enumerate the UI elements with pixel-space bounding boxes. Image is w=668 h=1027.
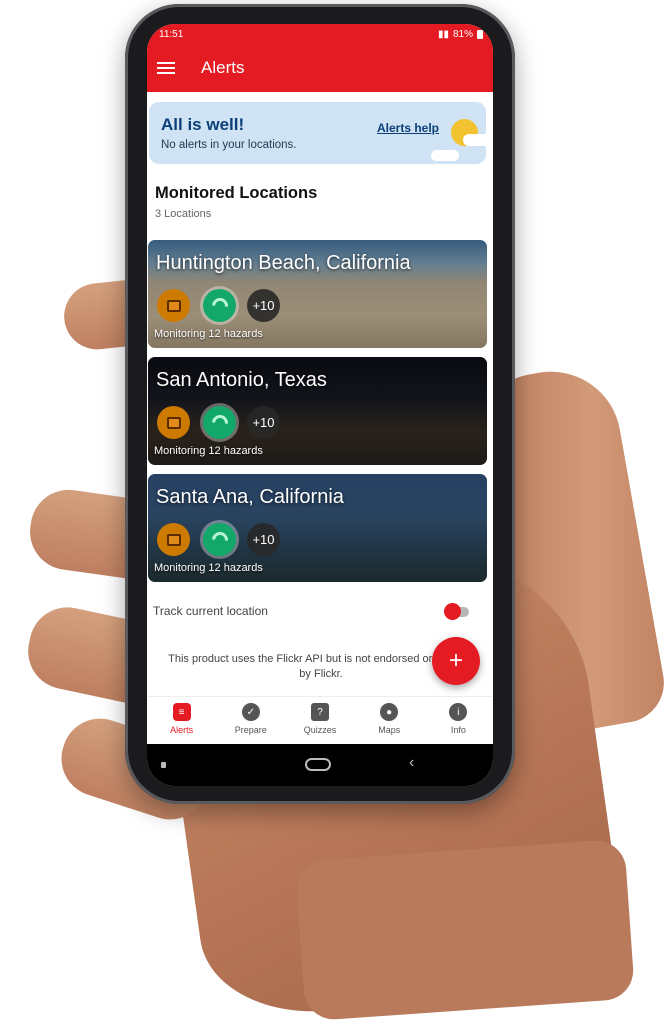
question-icon: ? bbox=[311, 703, 329, 721]
add-location-button[interactable]: + bbox=[432, 637, 480, 685]
nav-label: Maps bbox=[378, 725, 401, 735]
plus-icon: + bbox=[448, 647, 463, 674]
map-pin-icon: ● bbox=[380, 703, 399, 721]
location-name: Santa Ana, California bbox=[156, 486, 344, 508]
app-bar: Alerts bbox=[147, 44, 493, 92]
nav-prepare[interactable]: ✓ Prepare bbox=[216, 697, 285, 745]
nav-label: Quizzes bbox=[303, 725, 337, 735]
status-icons: ▮▮ 81% bbox=[438, 29, 483, 40]
back-button[interactable]: ‹ bbox=[409, 754, 414, 772]
alerts-list-icon: ≡ bbox=[172, 703, 191, 721]
bottom-navigation: ≡ Alerts ✓ Prepare ? Quizzes ● Maps i In… bbox=[147, 696, 493, 745]
menu-icon[interactable] bbox=[157, 62, 175, 74]
cloud-icon bbox=[431, 150, 459, 161]
system-navigation-bar: ‹ bbox=[147, 744, 493, 786]
monitoring-label: Monitoring 12 hazards bbox=[154, 445, 263, 457]
hazard-house-icon bbox=[157, 406, 190, 439]
recent-apps-button[interactable] bbox=[161, 762, 166, 768]
status-banner: All is well! No alerts in your locations… bbox=[149, 102, 486, 164]
battery-level: 81% bbox=[452, 28, 473, 40]
cloud-icon bbox=[463, 134, 486, 146]
banner-subtitle: No alerts in your locations. bbox=[161, 139, 297, 151]
hazard-moon-icon bbox=[203, 289, 236, 322]
banner-title: All is well! bbox=[161, 115, 245, 134]
status-bar: 11:51 ▮▮ 81% bbox=[147, 24, 493, 44]
phone-screen: 11:51 ▮▮ 81% Alerts All is well! No aler… bbox=[147, 24, 493, 786]
nav-label: Alerts bbox=[170, 725, 194, 735]
hazard-house-icon bbox=[157, 523, 190, 556]
nav-alerts[interactable]: ≡ Alerts bbox=[147, 697, 216, 745]
location-name: San Antonio, Texas bbox=[156, 369, 327, 391]
page-title: Alerts bbox=[201, 58, 245, 77]
location-name: Huntington Beach, California bbox=[156, 252, 411, 274]
more-hazards-badge: +10 bbox=[247, 289, 280, 322]
track-location-label: Track current location bbox=[153, 604, 268, 618]
location-card[interactable]: Santa Ana, California +10 Monitoring 12 … bbox=[148, 474, 487, 582]
status-time: 11:51 bbox=[159, 28, 184, 40]
battery-icon bbox=[477, 29, 483, 39]
location-card[interactable]: Huntington Beach, California +10 Monitor… bbox=[148, 240, 487, 348]
monitoring-label: Monitoring 12 hazards bbox=[154, 328, 263, 340]
toggle-knob[interactable] bbox=[444, 603, 461, 620]
section-count: 3 Locations bbox=[155, 208, 212, 220]
location-card[interactable]: San Antonio, Texas +10 Monitoring 12 haz… bbox=[148, 357, 487, 465]
hazard-house-icon bbox=[157, 289, 190, 322]
signal-icon: ▮▮ bbox=[437, 28, 449, 40]
monitoring-label: Monitoring 12 hazards bbox=[154, 562, 263, 574]
home-button[interactable] bbox=[305, 758, 331, 771]
nav-label: Prepare bbox=[234, 725, 267, 735]
hand-wrist bbox=[294, 838, 636, 1022]
hazard-moon-icon bbox=[203, 406, 236, 439]
info-icon: i bbox=[449, 703, 468, 721]
hazard-moon-icon bbox=[203, 523, 236, 556]
nav-quizzes[interactable]: ? Quizzes bbox=[285, 697, 354, 745]
nav-label: Info bbox=[450, 725, 466, 735]
more-hazards-badge: +10 bbox=[247, 406, 280, 439]
nav-info[interactable]: i Info bbox=[424, 697, 493, 745]
section-title: Monitored Locations bbox=[155, 184, 318, 202]
more-hazards-badge: +10 bbox=[247, 523, 280, 556]
nav-maps[interactable]: ● Maps bbox=[355, 697, 424, 745]
alerts-help-link[interactable]: Alerts help bbox=[377, 121, 439, 135]
checkmark-icon: ✓ bbox=[241, 703, 260, 721]
